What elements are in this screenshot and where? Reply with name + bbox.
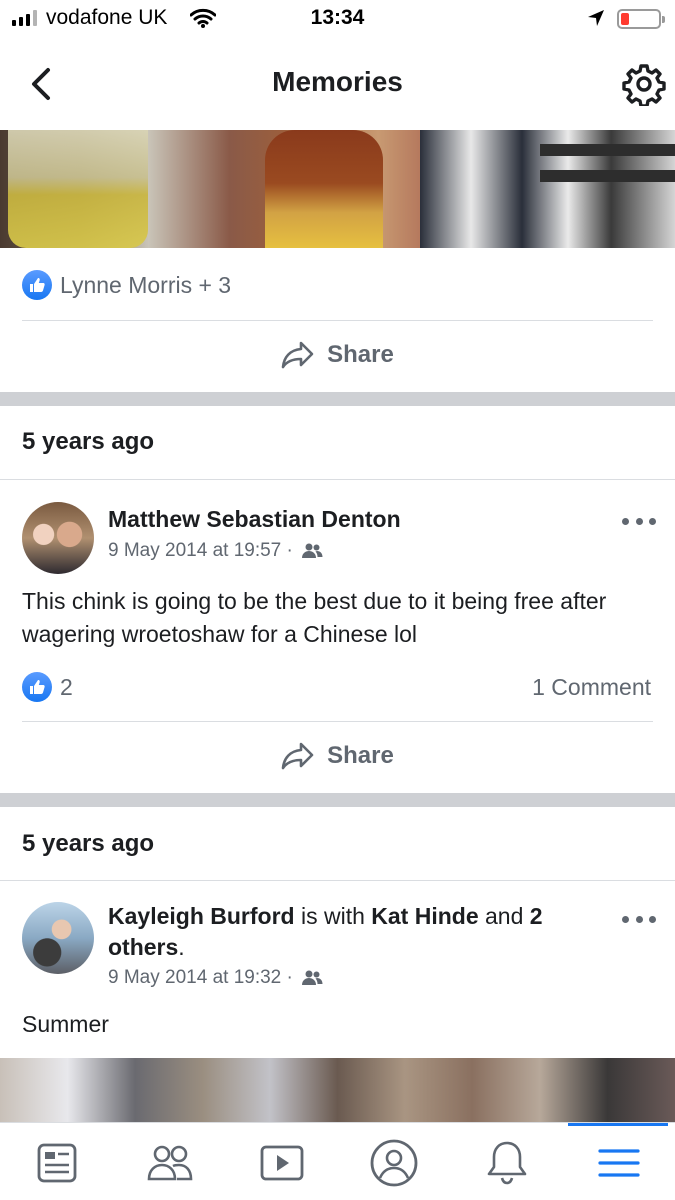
- tab-news-feed[interactable]: [27, 1135, 87, 1191]
- post-photo[interactable]: [0, 130, 675, 248]
- divider: [22, 721, 653, 722]
- likes-text: Lynne Morris + 3: [60, 271, 232, 298]
- post-meta: 9 May 2014 at 19:32 ·: [108, 967, 323, 989]
- page-title: Memories: [272, 66, 403, 97]
- period: .: [178, 934, 185, 960]
- author-name[interactable]: Matthew Sebastian Denton: [108, 504, 401, 535]
- battery-icon: [617, 9, 665, 29]
- tab-notifications[interactable]: [477, 1135, 537, 1191]
- reactions-row[interactable]: 2: [22, 672, 73, 702]
- like-icon: [22, 270, 52, 300]
- tab-friends[interactable]: [140, 1135, 200, 1191]
- header: Memories: [0, 40, 675, 130]
- post-meta: 9 May 2014 at 19:57 ·: [108, 540, 323, 562]
- share-button[interactable]: Share: [0, 340, 675, 370]
- friends-audience-icon: [301, 543, 323, 558]
- section-separator: [0, 392, 675, 406]
- post-photo[interactable]: [0, 1058, 675, 1122]
- gear-icon: [622, 64, 666, 108]
- tab-watch[interactable]: [252, 1135, 312, 1191]
- like-icon: [22, 672, 52, 702]
- divider: [0, 479, 675, 480]
- reactions-row[interactable]: Lynne Morris + 3: [22, 270, 231, 300]
- tab-menu[interactable]: [589, 1135, 649, 1191]
- avatar[interactable]: [22, 502, 94, 574]
- comments-count[interactable]: 1 Comment: [532, 674, 651, 701]
- author-name[interactable]: Kayleigh Burford: [108, 903, 295, 929]
- menu-icon: [598, 1149, 640, 1177]
- post-date[interactable]: 9 May 2014 at 19:32 ·: [108, 967, 293, 989]
- share-button[interactable]: Share: [0, 741, 675, 771]
- notifications-icon: [487, 1141, 527, 1185]
- settings-button[interactable]: [622, 62, 666, 108]
- divider: [0, 880, 675, 881]
- section-separator: [0, 793, 675, 807]
- active-tab-indicator: [568, 1123, 668, 1126]
- more-options-button[interactable]: [622, 916, 656, 926]
- share-label: Share: [327, 341, 394, 368]
- section-title: 5 years ago: [22, 428, 155, 455]
- share-icon: [281, 742, 314, 770]
- friends-audience-icon: [301, 970, 323, 985]
- status-bar: vodafone UK 13:34: [0, 0, 675, 40]
- tab-profile[interactable]: [364, 1135, 424, 1191]
- news-feed-icon: [37, 1143, 77, 1183]
- more-options-button[interactable]: [622, 518, 656, 528]
- section-title: 5 years ago: [22, 830, 155, 857]
- share-icon: [281, 341, 314, 369]
- post-text: This chink is going to be the best due t…: [22, 588, 607, 647]
- and-text: and: [485, 903, 524, 929]
- clock: 13:34: [310, 6, 365, 29]
- share-label: Share: [327, 742, 394, 769]
- post-header-text: Kayleigh Burford is with Kat Hinde and 2…: [108, 901, 608, 963]
- post-date[interactable]: 9 May 2014 at 19:57 ·: [108, 540, 293, 562]
- avatar[interactable]: [22, 902, 94, 974]
- like-count: 2: [60, 673, 73, 700]
- post-text: Summer: [22, 1011, 109, 1037]
- divider: [22, 320, 653, 321]
- tagged-person[interactable]: Kat Hinde: [371, 903, 478, 929]
- watch-icon: [260, 1145, 304, 1181]
- with-text: is with: [300, 903, 365, 929]
- friends-icon: [147, 1145, 193, 1181]
- tab-bar: [0, 1122, 675, 1200]
- profile-icon: [370, 1139, 418, 1187]
- location-arrow-icon: [586, 8, 606, 34]
